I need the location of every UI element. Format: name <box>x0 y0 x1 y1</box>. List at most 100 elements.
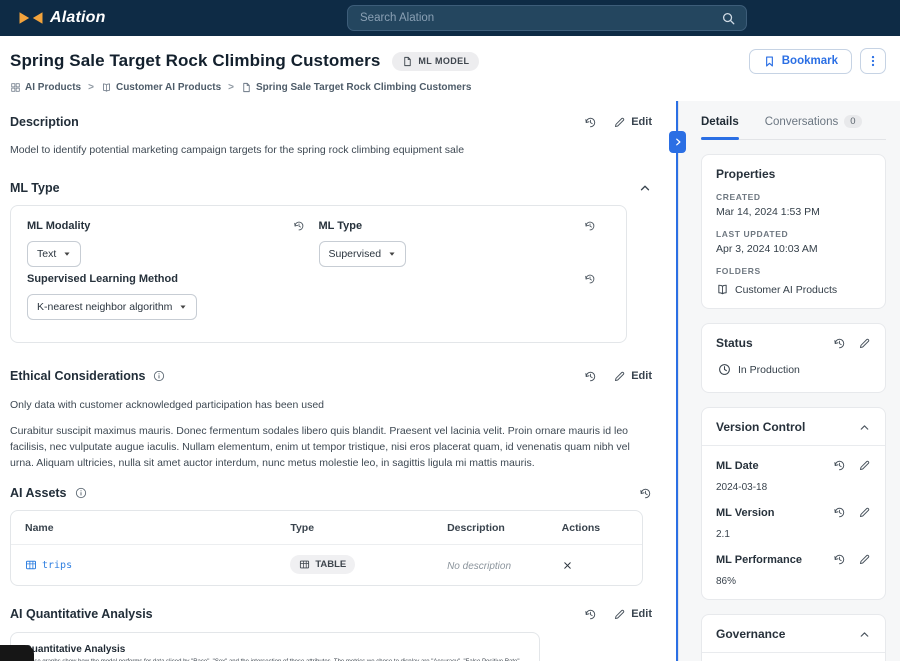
last-updated-value: Apr 3, 2024 10:03 AM <box>716 243 871 255</box>
history-icon[interactable] <box>584 220 596 232</box>
history-icon[interactable] <box>833 459 846 472</box>
pencil-icon <box>613 608 626 621</box>
ml-performance-label: ML Performance <box>716 554 802 566</box>
book-icon <box>101 82 112 93</box>
quant-history-button[interactable] <box>584 608 597 621</box>
column-header-actions: Actions <box>562 522 628 534</box>
side-panel-tabs: Details Conversations 0 <box>701 101 886 140</box>
status-card: Status In Production <box>701 323 886 393</box>
search-icon[interactable] <box>721 11 736 26</box>
pencil-icon[interactable] <box>858 506 871 519</box>
ai-assets-section-header: AI Assets <box>10 486 652 500</box>
info-icon[interactable] <box>153 370 165 382</box>
column-header-type: Type <box>290 522 447 534</box>
status-value-row: In Production <box>718 363 871 376</box>
ml-date-value: 2024-03-18 <box>716 482 871 493</box>
document-icon <box>241 82 252 93</box>
page-header: Spring Sale Target Rock Climbing Custome… <box>0 36 900 101</box>
ml-type-value: Supervised <box>329 248 382 260</box>
ml-type-field: ML Type Supervised <box>319 220 611 267</box>
ethical-section-header: Ethical Considerations Edit <box>10 369 652 383</box>
history-icon[interactable] <box>833 506 846 519</box>
ai-assets-history-button[interactable] <box>639 487 652 500</box>
ml-date-field: ML Date 2024-03-18 <box>716 459 871 493</box>
description-edit-button[interactable]: Edit <box>613 116 652 129</box>
history-icon <box>584 608 597 621</box>
ml-version-value: 2.1 <box>716 529 871 540</box>
quant-section-header: AI Quantitative Analysis Edit <box>10 607 652 621</box>
history-icon[interactable] <box>584 273 596 285</box>
version-control-card: Version Control ML Date 2024-03-18 <box>701 407 886 600</box>
info-icon[interactable] <box>75 487 87 499</box>
search-input[interactable] <box>358 11 721 25</box>
main-content: Description Edit Model to identify poten… <box>0 101 678 661</box>
properties-title: Properties <box>716 167 871 181</box>
panel-collapse-handle[interactable] <box>669 131 686 153</box>
slm-select[interactable]: K-nearest neighbor algorithm <box>27 294 197 320</box>
book-icon <box>716 283 729 296</box>
breadcrumb-item-current-page[interactable]: Spring Sale Target Rock Climbing Custome… <box>241 82 471 93</box>
pencil-icon <box>613 370 626 383</box>
alation-logo[interactable]: Alation <box>18 9 106 27</box>
tab-conversations-label: Conversations <box>765 116 839 128</box>
bookmark-button[interactable]: Bookmark <box>749 49 852 74</box>
x-icon <box>562 560 573 571</box>
edit-label: Edit <box>631 370 652 382</box>
breadcrumb: AI Products > Customer AI Products > Spr… <box>10 82 886 93</box>
chevron-up-icon <box>638 181 652 195</box>
more-options-button[interactable] <box>860 48 886 74</box>
column-header-description: Description <box>447 522 562 534</box>
ml-type-label: ML Type <box>319 220 363 232</box>
chevron-right-icon <box>673 137 683 147</box>
pencil-icon[interactable] <box>858 553 871 566</box>
asset-link-trips[interactable]: trips <box>25 559 290 571</box>
divider <box>702 652 885 653</box>
breadcrumb-item-ai-products[interactable]: AI Products <box>10 82 81 93</box>
pencil-icon[interactable] <box>858 337 871 350</box>
breadcrumb-separator: > <box>228 82 234 93</box>
object-type-badge: ML MODEL <box>392 52 479 71</box>
pencil-icon <box>613 116 626 129</box>
asset-type-label: TABLE <box>315 559 346 570</box>
remove-asset-button[interactable] <box>562 560 573 571</box>
ethical-edit-button[interactable]: Edit <box>613 370 652 383</box>
asset-name: trips <box>42 560 72 571</box>
chevron-up-icon[interactable] <box>858 421 871 434</box>
global-search[interactable] <box>347 5 747 31</box>
chevron-up-icon[interactable] <box>858 628 871 641</box>
status-title: Status <box>716 336 753 350</box>
quantitative-analysis-card: Quantitative Analysis These graphs show … <box>10 632 540 661</box>
tab-details[interactable]: Details <box>701 115 739 139</box>
description-title: Description <box>10 115 79 129</box>
ml-type-card: ML Modality Text ML Type Supervised <box>10 205 627 343</box>
details-side-panel: Details Conversations 0 Properties CREAT… <box>678 101 900 661</box>
ml-type-collapse-button[interactable] <box>638 181 652 195</box>
history-icon <box>584 116 597 129</box>
ml-performance-field: ML Performance 86% <box>716 553 871 587</box>
pencil-icon[interactable] <box>858 459 871 472</box>
grid-icon <box>10 82 21 93</box>
slm-label: Supervised Learning Method <box>27 273 178 285</box>
history-icon[interactable] <box>293 220 305 232</box>
folders-value-row[interactable]: Customer AI Products <box>716 283 871 296</box>
top-navigation-bar: Alation <box>0 0 900 36</box>
tab-conversations[interactable]: Conversations 0 <box>765 115 862 139</box>
ml-modality-label: ML Modality <box>27 220 90 232</box>
page-title: Spring Sale Target Rock Climbing Custome… <box>10 51 380 71</box>
ml-version-label: ML Version <box>716 507 774 519</box>
history-icon[interactable] <box>833 337 846 350</box>
ml-modality-field: ML Modality Text <box>27 220 319 267</box>
ml-type-section-header: ML Type <box>10 181 652 195</box>
history-icon[interactable] <box>833 553 846 566</box>
ml-type-select[interactable]: Supervised <box>319 241 407 267</box>
history-icon <box>584 370 597 383</box>
ethical-history-button[interactable] <box>584 370 597 383</box>
ml-modality-value: Text <box>37 248 56 260</box>
quant-title: AI Quantitative Analysis <box>10 607 153 621</box>
quant-edit-button[interactable]: Edit <box>613 608 652 621</box>
description-history-button[interactable] <box>584 116 597 129</box>
ml-modality-select[interactable]: Text <box>27 241 81 267</box>
table-icon <box>25 559 37 571</box>
column-header-name: Name <box>25 522 290 534</box>
breadcrumb-item-customer-ai-products[interactable]: Customer AI Products <box>101 82 221 93</box>
